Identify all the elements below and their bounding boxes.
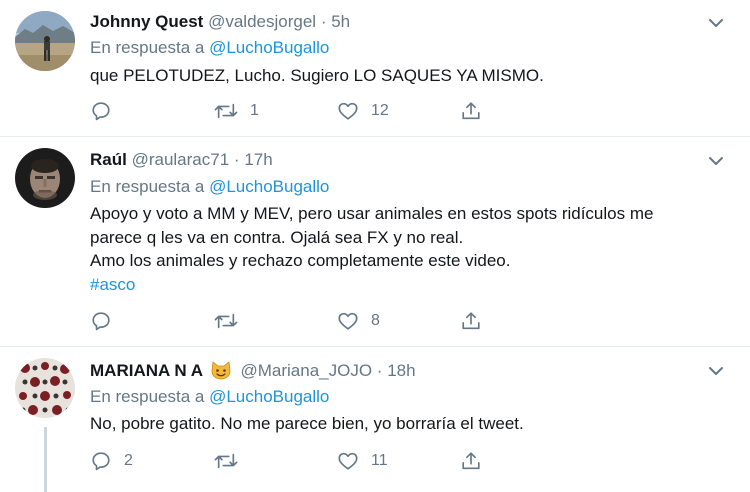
like-count: 12 bbox=[371, 102, 389, 119]
reply-prefix: En respuesta a bbox=[90, 177, 205, 196]
reply-to-link[interactable]: @LuchoBugallo bbox=[209, 387, 329, 406]
timestamp[interactable]: 5h bbox=[331, 12, 350, 31]
user-handle[interactable]: @Mariana_JOJO bbox=[240, 361, 372, 380]
like-button[interactable]: 12 bbox=[337, 99, 389, 123]
reply-context: En respuesta a @LuchoBugallo bbox=[90, 38, 329, 58]
tweet-3[interactable]: MARIANA N A @Mariana_JOJO · 18h En respu… bbox=[0, 347, 750, 492]
tweet-text-line: No, pobre gatito. No me parece bien, yo … bbox=[90, 414, 524, 433]
tweet-header: Raúl @raularac71 · 17h bbox=[90, 150, 273, 170]
reply-prefix: En respuesta a bbox=[90, 387, 205, 406]
like-count: 11 bbox=[371, 452, 388, 469]
avatar[interactable] bbox=[15, 358, 75, 418]
reply-to-link[interactable]: @LuchoBugallo bbox=[209, 177, 329, 196]
tweet-header: MARIANA N A @Mariana_JOJO · 18h bbox=[90, 360, 416, 381]
reply-context: En respuesta a @LuchoBugallo bbox=[90, 177, 329, 197]
reply-button[interactable]: 2 bbox=[90, 449, 133, 473]
thread-line bbox=[44, 427, 47, 492]
reply-icon bbox=[92, 102, 110, 121]
display-name[interactable]: Raúl bbox=[90, 150, 127, 169]
timestamp[interactable]: 17h bbox=[244, 150, 272, 169]
tweet-text-line: parece q les va en contra. Ojalá sea FX … bbox=[90, 227, 464, 247]
reply-count: 2 bbox=[124, 452, 133, 469]
separator-dot: · bbox=[376, 361, 383, 380]
tweet-1[interactable]: Johnny Quest @valdesjorgel · 5h En respu… bbox=[0, 0, 750, 136]
user-handle[interactable]: @raularac71 bbox=[132, 150, 230, 169]
retweet-icon bbox=[214, 103, 238, 119]
display-name[interactable]: MARIANA N A bbox=[90, 361, 203, 380]
retweet-button[interactable]: 1 bbox=[214, 99, 259, 123]
reply-icon bbox=[92, 452, 110, 471]
retweet-button[interactable] bbox=[214, 309, 250, 333]
user-handle[interactable]: @valdesjorgel bbox=[208, 12, 316, 31]
retweet-icon bbox=[214, 313, 238, 329]
chevron-down-icon[interactable] bbox=[708, 155, 724, 167]
avatar[interactable] bbox=[15, 148, 75, 208]
reply-button[interactable] bbox=[90, 99, 124, 123]
tweet-text: No, pobre gatito. No me parece bien, yo … bbox=[90, 412, 730, 436]
separator-dot: · bbox=[233, 150, 240, 169]
display-name[interactable]: Johnny Quest bbox=[90, 12, 203, 31]
reply-context: En respuesta a @LuchoBugallo bbox=[90, 387, 329, 407]
like-button[interactable]: 11 bbox=[337, 449, 388, 473]
retweet-icon bbox=[214, 453, 238, 469]
reply-prefix: En respuesta a bbox=[90, 38, 205, 57]
separator-dot: · bbox=[320, 12, 327, 31]
like-count: 8 bbox=[371, 312, 380, 329]
tweet-header: Johnny Quest @valdesjorgel · 5h bbox=[90, 12, 350, 32]
reply-to-link[interactable]: @LuchoBugallo bbox=[209, 38, 329, 57]
share-button[interactable] bbox=[460, 309, 482, 333]
reply-button[interactable] bbox=[90, 309, 124, 333]
chevron-down-icon[interactable] bbox=[708, 365, 724, 377]
share-icon bbox=[462, 312, 480, 330]
share-button[interactable] bbox=[460, 99, 482, 123]
share-icon bbox=[462, 452, 480, 470]
reply-icon bbox=[92, 312, 110, 331]
retweet-count: 1 bbox=[250, 102, 259, 119]
timestamp[interactable]: 18h bbox=[387, 361, 415, 380]
avatar-image-pattern bbox=[15, 358, 75, 418]
heart-icon bbox=[338, 452, 358, 470]
heart-icon bbox=[338, 312, 358, 330]
share-icon bbox=[462, 102, 480, 120]
avatar[interactable] bbox=[15, 11, 75, 71]
avatar-image-portrait bbox=[15, 148, 75, 208]
avatar-image-landscape bbox=[15, 11, 75, 71]
chevron-down-icon[interactable] bbox=[708, 17, 724, 29]
cat-face-emoji-icon bbox=[211, 361, 231, 380]
tweet-text-line: Amo los animales y rechazo completamente… bbox=[90, 251, 511, 270]
tweet-text: que PELOTUDEZ, Lucho. Sugiero LO SAQUES … bbox=[90, 64, 730, 88]
tweet-text: Apoyo y voto a MM y MEV, pero usar anima… bbox=[90, 202, 730, 296]
tweet-text-line: Apoyo y voto a MM y MEV, pero usar anima… bbox=[90, 204, 654, 223]
hashtag-link[interactable]: #asco bbox=[90, 273, 730, 297]
share-button[interactable] bbox=[460, 449, 482, 473]
tweet-2[interactable]: Raúl @raularac71 · 17h En respuesta a @L… bbox=[0, 137, 750, 346]
tweet-text-line: que PELOTUDEZ, Lucho. Sugiero LO SAQUES … bbox=[90, 66, 544, 85]
retweet-button[interactable] bbox=[214, 449, 250, 473]
like-button[interactable]: 8 bbox=[337, 309, 380, 333]
heart-icon bbox=[338, 102, 358, 120]
